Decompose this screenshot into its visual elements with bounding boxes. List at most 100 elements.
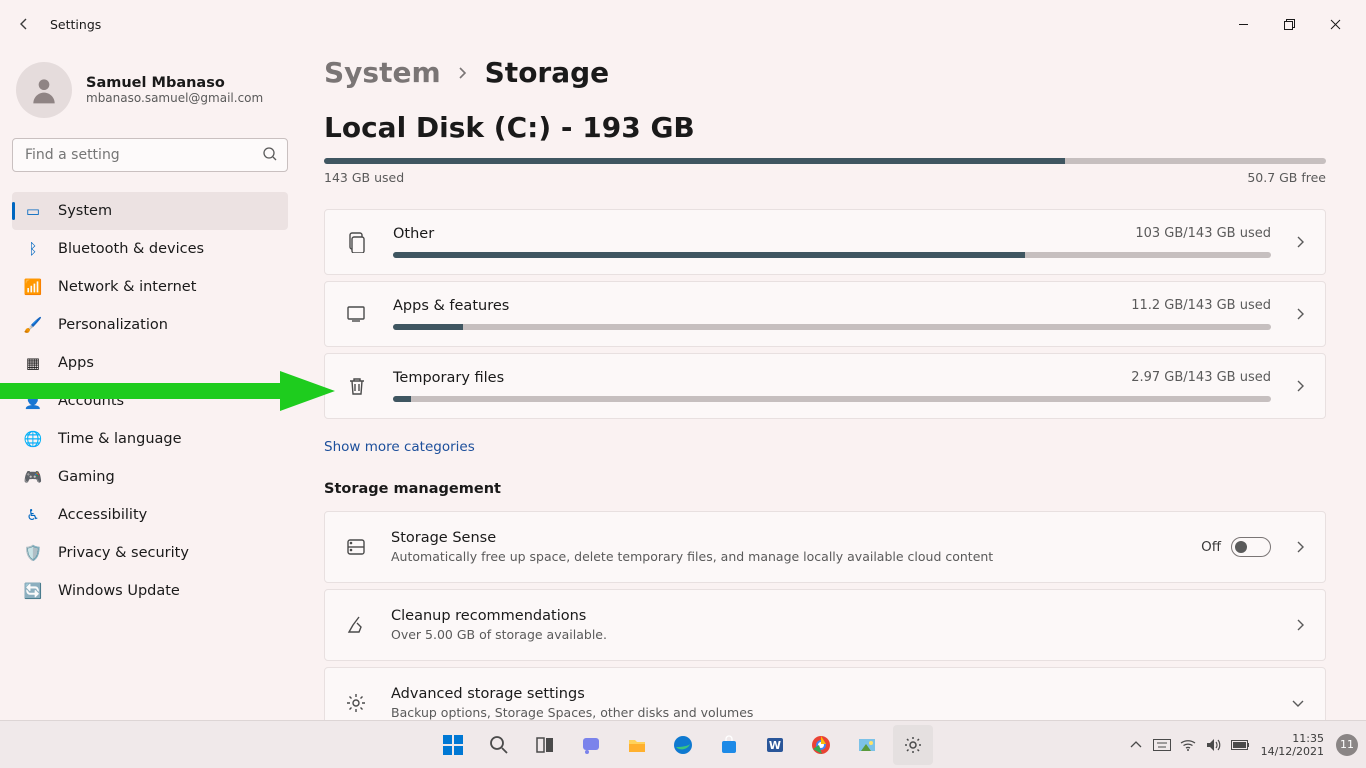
mgmt-sub: Over 5.00 GB of storage available. — [391, 627, 1271, 642]
nav-accounts[interactable]: 👤Accounts — [12, 382, 288, 420]
store-button[interactable] — [709, 725, 749, 765]
keyboard-icon[interactable] — [1153, 736, 1171, 754]
broom-icon — [345, 614, 367, 636]
chevron-right-icon — [1295, 379, 1305, 393]
photos-button[interactable] — [847, 725, 887, 765]
bluetooth-icon: ᛒ — [24, 240, 42, 258]
nav-system[interactable]: ▭ System — [12, 192, 288, 230]
nav-apps[interactable]: ▦ Apps — [12, 344, 288, 382]
apps-icon: ▦ — [24, 354, 42, 372]
show-more-link[interactable]: Show more categories — [324, 439, 475, 455]
other-icon — [345, 231, 369, 253]
search-input[interactable] — [12, 138, 288, 172]
nav-label: Privacy & security — [58, 545, 189, 561]
mgmt-title: Storage Sense — [391, 530, 1177, 546]
chat-button[interactable] — [571, 725, 611, 765]
explorer-button[interactable] — [617, 725, 657, 765]
nav-label: Accessibility — [58, 507, 147, 523]
breadcrumb: System Storage — [324, 56, 1326, 89]
disk-free-label: 50.7 GB free — [1247, 170, 1326, 185]
maximize-button[interactable] — [1266, 8, 1312, 40]
system-icon: ▭ — [24, 202, 42, 220]
edge-button[interactable] — [663, 725, 703, 765]
chevron-right-icon — [1295, 618, 1305, 632]
nav-label: Network & internet — [58, 279, 196, 295]
tray-chevron-icon[interactable] — [1127, 736, 1145, 754]
breadcrumb-current: Storage — [485, 56, 610, 89]
nav-list: ▭ System ᛒ Bluetooth & devices 📶 Network & … — [12, 192, 288, 610]
category-apps[interactable]: Apps & features11.2 GB/143 GB used — [324, 281, 1326, 347]
taskbar-clock[interactable]: 11:35 14/12/2021 — [1257, 732, 1328, 758]
nav-label: Gaming — [58, 469, 115, 485]
nav-bluetooth[interactable]: ᛒ Bluetooth & devices — [12, 230, 288, 268]
update-icon: 🔄 — [24, 582, 42, 600]
toggle-label: Off — [1201, 539, 1221, 555]
nav-privacy[interactable]: 🛡️ Privacy & security — [12, 534, 288, 572]
user-name: Samuel Mbanaso — [86, 75, 263, 91]
nav-update[interactable]: 🔄 Windows Update — [12, 572, 288, 610]
breadcrumb-parent[interactable]: System — [324, 56, 441, 89]
avatar — [16, 62, 72, 118]
user-card[interactable]: Samuel Mbanaso mbanaso.samuel@gmail.com — [12, 56, 288, 138]
disk-title: Local Disk (C:) - 193 GB — [324, 111, 1326, 144]
chevron-down-icon — [1291, 698, 1305, 708]
word-button[interactable]: W — [755, 725, 795, 765]
nav-label: Windows Update — [58, 583, 180, 599]
sidebar: Samuel Mbanaso mbanaso.samuel@gmail.com … — [0, 48, 300, 720]
chevron-right-icon — [1295, 235, 1305, 249]
disk-usage-bar — [324, 158, 1326, 164]
chrome-button[interactable] — [801, 725, 841, 765]
taskbar: W 11:35 14/12/2021 11 — [0, 720, 1366, 768]
taskbar-search[interactable] — [479, 725, 519, 765]
nav-label: Apps — [58, 355, 94, 371]
gaming-icon: 🎮 — [24, 468, 42, 486]
gear-icon — [345, 692, 367, 714]
settings-button[interactable] — [893, 725, 933, 765]
titlebar: Settings — [0, 0, 1366, 48]
nav-label: Personalization — [58, 317, 168, 333]
mgmt-sub: Automatically free up space, delete temp… — [391, 549, 1177, 564]
close-button[interactable] — [1312, 8, 1358, 40]
nav-time[interactable]: 🌐 Time & language — [12, 420, 288, 458]
content: System Storage Local Disk (C:) - 193 GB … — [300, 48, 1366, 720]
volume-icon[interactable] — [1205, 736, 1223, 754]
shield-icon: 🛡️ — [24, 544, 42, 562]
nav-label: Bluetooth & devices — [58, 241, 204, 257]
network-icon: 📶 — [24, 278, 42, 296]
category-size: 103 GB/143 GB used — [1135, 226, 1271, 242]
nav-gaming[interactable]: 🎮 Gaming — [12, 458, 288, 496]
category-other[interactable]: Other103 GB/143 GB used — [324, 209, 1326, 275]
chevron-right-icon — [1295, 307, 1305, 321]
apps-icon — [345, 303, 369, 325]
accessibility-icon: ♿ — [24, 506, 42, 524]
category-size: 2.97 GB/143 GB used — [1131, 370, 1271, 386]
taskview-button[interactable] — [525, 725, 565, 765]
clock-time: 11:35 — [1261, 732, 1324, 745]
nav-personalization[interactable]: 🖌️Personalization — [12, 306, 288, 344]
clock-date: 14/12/2021 — [1261, 745, 1324, 758]
mgmt-title: Cleanup recommendations — [391, 608, 1271, 624]
storage-sense-card[interactable]: Storage Sense Automatically free up spac… — [324, 511, 1326, 583]
disk-used-label: 143 GB used — [324, 170, 404, 185]
chevron-right-icon — [457, 65, 469, 81]
wifi-icon[interactable] — [1179, 736, 1197, 754]
advanced-storage-card[interactable]: Advanced storage settings Backup options… — [324, 667, 1326, 720]
cleanup-card[interactable]: Cleanup recommendations Over 5.00 GB of … — [324, 589, 1326, 661]
search-box — [12, 138, 288, 172]
notification-badge[interactable]: 11 — [1336, 734, 1358, 756]
chevron-right-icon — [1295, 540, 1305, 554]
back-button[interactable] — [8, 8, 40, 40]
battery-icon[interactable] — [1231, 736, 1249, 754]
nav-network[interactable]: 📶 Network & internet — [12, 268, 288, 306]
category-size: 11.2 GB/143 GB used — [1131, 298, 1271, 314]
minimize-button[interactable] — [1220, 8, 1266, 40]
trash-icon — [345, 375, 369, 397]
category-temp[interactable]: Temporary files2.97 GB/143 GB used — [324, 353, 1326, 419]
start-button[interactable] — [433, 725, 473, 765]
nav-label: System — [58, 203, 112, 219]
nav-label: Time & language — [58, 431, 182, 447]
disk-usage-fill — [324, 158, 1065, 164]
storage-sense-toggle[interactable] — [1231, 537, 1271, 557]
globe-icon: 🌐 — [24, 430, 42, 448]
nav-accessibility[interactable]: ♿ Accessibility — [12, 496, 288, 534]
